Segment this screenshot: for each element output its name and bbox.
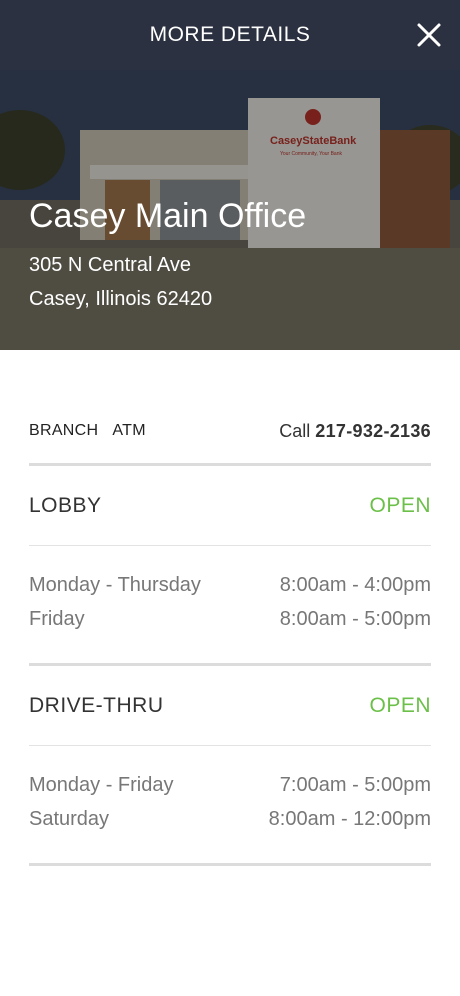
address-line-1: 305 N Central Ave: [29, 254, 191, 276]
lobby-section: LOBBY OPEN Monday - Thursday 8:00am - 4:…: [29, 466, 431, 666]
hours-days: Monday - Thursday: [29, 574, 201, 596]
hours-row: Saturday 8:00am - 12:00pm: [29, 802, 431, 836]
hours-time: 8:00am - 12:00pm: [268, 808, 431, 830]
hours-days: Friday: [29, 608, 85, 630]
hours-time: 8:00am - 4:00pm: [279, 574, 431, 596]
type-branch: BRANCH: [29, 422, 99, 439]
phone-number: 217-932-2136: [315, 420, 431, 441]
details-content: BRANCH ATM Call 217-932-2136 LOBBY OPEN M…: [0, 399, 460, 866]
call-link[interactable]: Call 217-932-2136: [279, 421, 431, 442]
lobby-hours: Monday - Thursday 8:00am - 4:00pm Friday…: [29, 546, 431, 663]
hours-days: Monday - Friday: [29, 774, 174, 796]
hours-row: Monday - Friday 7:00am - 5:00pm: [29, 768, 431, 802]
header-bar: MORE DETAILS: [0, 0, 460, 70]
page-title: MORE DETAILS: [149, 23, 311, 46]
location-type-row: BRANCH ATM Call 217-932-2136: [29, 399, 431, 466]
lobby-title: LOBBY: [29, 493, 102, 517]
close-icon: [417, 23, 441, 47]
drive-thru-header: DRIVE-THRU OPEN: [29, 666, 431, 746]
hours-time: 8:00am - 5:00pm: [279, 608, 431, 630]
hours-time: 7:00am - 5:00pm: [279, 774, 431, 796]
hours-row: Monday - Thursday 8:00am - 4:00pm: [29, 568, 431, 602]
drive-thru-title: DRIVE-THRU: [29, 693, 164, 717]
drive-thru-section: DRIVE-THRU OPEN Monday - Friday 7:00am -…: [29, 666, 431, 866]
drive-thru-hours: Monday - Friday 7:00am - 5:00pm Saturday…: [29, 746, 431, 863]
lobby-status-badge: OPEN: [369, 493, 431, 517]
branch-name: Casey Main Office: [29, 197, 307, 235]
address-line-2: Casey, Illinois 62420: [29, 288, 213, 310]
hours-days: Saturday: [29, 808, 110, 830]
drive-thru-status-badge: OPEN: [369, 693, 431, 717]
lobby-header: LOBBY OPEN: [29, 466, 431, 546]
hours-row: Friday 8:00am - 5:00pm: [29, 602, 431, 636]
location-types: BRANCH ATM: [29, 422, 160, 440]
type-atm: ATM: [112, 422, 146, 439]
call-prefix: Call: [279, 420, 311, 441]
branch-hero-image: CaseyStateBank Your Community, Your Bank…: [0, 70, 460, 350]
close-button[interactable]: [416, 19, 442, 51]
branch-info: Casey Main Office 305 N Central Ave Case…: [29, 196, 306, 316]
